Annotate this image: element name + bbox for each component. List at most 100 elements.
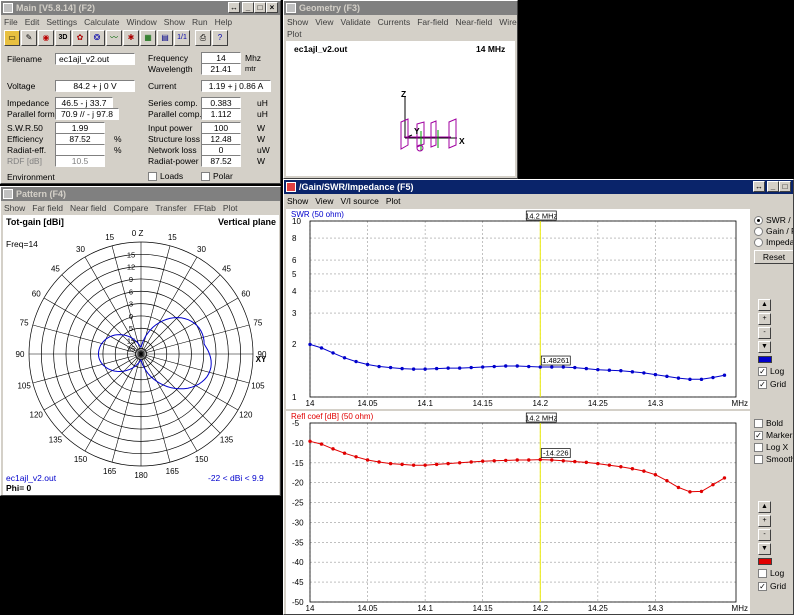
- pattern-menu-near-field[interactable]: Near field: [70, 203, 106, 213]
- swr-scale-plus-button[interactable]: +: [758, 313, 771, 325]
- geometry-menu-plot[interactable]: Plot: [287, 29, 302, 39]
- main-menu-window[interactable]: Window: [127, 17, 157, 27]
- one-over-icon[interactable]: 1/1: [174, 30, 190, 46]
- gain-menu-view[interactable]: View: [315, 196, 333, 206]
- gain-maximize-button[interactable]: □: [779, 181, 791, 192]
- bold-checkbox[interactable]: Bold: [754, 418, 783, 428]
- geometry-menu-near-field[interactable]: Near-field: [455, 17, 492, 27]
- swr-log-box[interactable]: ✓: [758, 366, 767, 376]
- geometry-menu-currents[interactable]: Currents: [378, 17, 411, 27]
- geometry-title: Geometry (F3): [299, 3, 361, 13]
- main-menu-calculate[interactable]: Calculate: [84, 17, 119, 27]
- main-menu-help[interactable]: Help: [215, 17, 232, 27]
- open-icon[interactable]: ▭: [4, 30, 20, 46]
- gain-minimize-button[interactable]: _: [767, 181, 779, 192]
- reset-button[interactable]: Reset: [754, 250, 793, 264]
- rdf-field: 10.5: [55, 155, 105, 167]
- axis-z-label: Z: [401, 89, 407, 99]
- geometry-icon[interactable]: ◉: [38, 30, 54, 46]
- pattern-menu-fftab[interactable]: FFtab: [194, 203, 216, 213]
- print-icon[interactable]: ⎙: [195, 30, 211, 46]
- swr-scale-down-button[interactable]: ▼: [758, 341, 771, 353]
- data-point: [446, 366, 450, 370]
- calc-icon[interactable]: ▤: [157, 30, 173, 46]
- refl-scale-plus-button[interactable]: +: [758, 515, 771, 527]
- geometry-menu-view[interactable]: View: [315, 17, 333, 27]
- pattern-titlebar[interactable]: Pattern (F4): [1, 187, 280, 201]
- polar-checkbox[interactable]: Polar: [201, 171, 233, 181]
- radio-gain[interactable]: Gain / F: [754, 226, 793, 236]
- logx-checkbox[interactable]: Log X: [754, 442, 788, 452]
- refl-color-swatch[interactable]: [758, 558, 772, 565]
- main-menu-file[interactable]: File: [4, 17, 18, 27]
- smooth-checkbox[interactable]: Smooth: [754, 454, 793, 464]
- radio-swr-dot[interactable]: [754, 215, 763, 225]
- chart-icon[interactable]: 〰: [106, 30, 122, 46]
- help-icon[interactable]: ?: [212, 30, 228, 46]
- refl-log-box[interactable]: [758, 568, 767, 578]
- geometry-menu-validate[interactable]: Validate: [341, 17, 371, 27]
- swr-color-swatch[interactable]: [758, 356, 772, 363]
- gain-menu-v-i-source[interactable]: V/I source: [341, 196, 379, 206]
- markers-checkbox[interactable]: ✓ Markers: [754, 430, 793, 440]
- pattern-menu-show[interactable]: Show: [4, 203, 25, 213]
- main-menu-settings[interactable]: Settings: [46, 17, 77, 27]
- gain-titlebar[interactable]: /Gain/SWR/Impedance (F5) ↔ _ □: [284, 180, 793, 194]
- geometry-menu-wire[interactable]: Wire: [499, 17, 516, 27]
- bold-box[interactable]: [754, 418, 763, 428]
- smooth-box[interactable]: [754, 454, 763, 464]
- restore-button[interactable]: ↔: [228, 2, 240, 13]
- swr-plot[interactable]: 14 14.05 14.1 14.15 14.2 14.25 14.3 10 8 6 5 4 3 2 1 SW…: [286, 209, 750, 409]
- swr-scale-up-button[interactable]: ▲: [758, 299, 771, 311]
- geometry-menu-far-field[interactable]: Far-field: [417, 17, 448, 27]
- main-titlebar[interactable]: Main [V5.8.14] (F2) ↔ _ □ ×: [1, 1, 280, 15]
- gain-menu-show[interactable]: Show: [287, 196, 308, 206]
- 3d-icon[interactable]: 3D: [55, 30, 71, 46]
- refl-grid-box[interactable]: ✓: [758, 581, 767, 591]
- grid-icon[interactable]: ▦: [140, 30, 156, 46]
- logx-box[interactable]: [754, 442, 763, 452]
- main-menu-edit[interactable]: Edit: [25, 17, 40, 27]
- geometry-canvas[interactable]: ec1ajl_v2.out 14 MHz Z Y X: [286, 41, 515, 176]
- refl-plot[interactable]: 14 14.05 14.1 14.15 14.2 14.25 14.3 -5 -10 -15 -20…: [286, 411, 750, 614]
- swr-scale-minus-button[interactable]: -: [758, 327, 771, 339]
- gain-menu-plot[interactable]: Plot: [386, 196, 401, 206]
- edit-icon[interactable]: ✎: [21, 30, 37, 46]
- gain-restore-button[interactable]: ↔: [753, 181, 765, 192]
- swr-grid-checkbox[interactable]: ✓ Grid: [758, 379, 786, 389]
- pattern-icon[interactable]: ✿: [72, 30, 88, 46]
- geometry-menu-show[interactable]: Show: [287, 17, 308, 27]
- loads-checkbox[interactable]: Loads: [148, 171, 183, 181]
- minimize-button[interactable]: _: [242, 2, 254, 13]
- swr-grid-box[interactable]: ✓: [758, 379, 767, 389]
- loads-box[interactable]: [148, 171, 157, 181]
- pattern-menu-compare[interactable]: Compare: [113, 203, 148, 213]
- pattern-menu-plot[interactable]: Plot: [223, 203, 238, 213]
- polar-box[interactable]: [201, 171, 210, 181]
- filename-field[interactable]: ec1ajl_v2.out: [55, 53, 135, 65]
- pattern-menu-far-field[interactable]: Far field: [32, 203, 63, 213]
- radio-impedance-dot[interactable]: [754, 237, 763, 247]
- radio-impedance[interactable]: Impedar: [754, 237, 793, 247]
- environment-label[interactable]: Environment: [7, 172, 55, 182]
- refl-scale-down-button[interactable]: ▼: [758, 543, 771, 555]
- radiation-icon[interactable]: ❂: [89, 30, 105, 46]
- radio-gain-dot[interactable]: [754, 226, 763, 236]
- wave-icon[interactable]: ✱: [123, 30, 139, 46]
- radio-swr[interactable]: SWR / r: [754, 215, 793, 225]
- geometry-titlebar[interactable]: Geometry (F3): [284, 1, 517, 15]
- refl-log-checkbox[interactable]: Log: [758, 568, 784, 578]
- refl-scale-up-button[interactable]: ▲: [758, 501, 771, 513]
- close-button[interactable]: ×: [266, 2, 278, 13]
- refl-grid-checkbox[interactable]: ✓ Grid: [758, 581, 786, 591]
- polar-angle-label: 90: [16, 350, 25, 359]
- data-point: [377, 364, 381, 369]
- main-menu-run[interactable]: Run: [192, 17, 208, 27]
- pattern-menu-transfer[interactable]: Transfer: [155, 203, 186, 213]
- maximize-button[interactable]: □: [254, 2, 266, 13]
- refl-scale-minus-button[interactable]: -: [758, 529, 771, 541]
- swr-log-checkbox[interactable]: ✓ Log: [758, 366, 784, 376]
- main-menu-show[interactable]: Show: [164, 17, 185, 27]
- polar-plot-area[interactable]: Tot-gain [dBi] Vertical plane Freq=14 Z1…: [3, 215, 279, 495]
- markers-box[interactable]: ✓: [754, 430, 763, 440]
